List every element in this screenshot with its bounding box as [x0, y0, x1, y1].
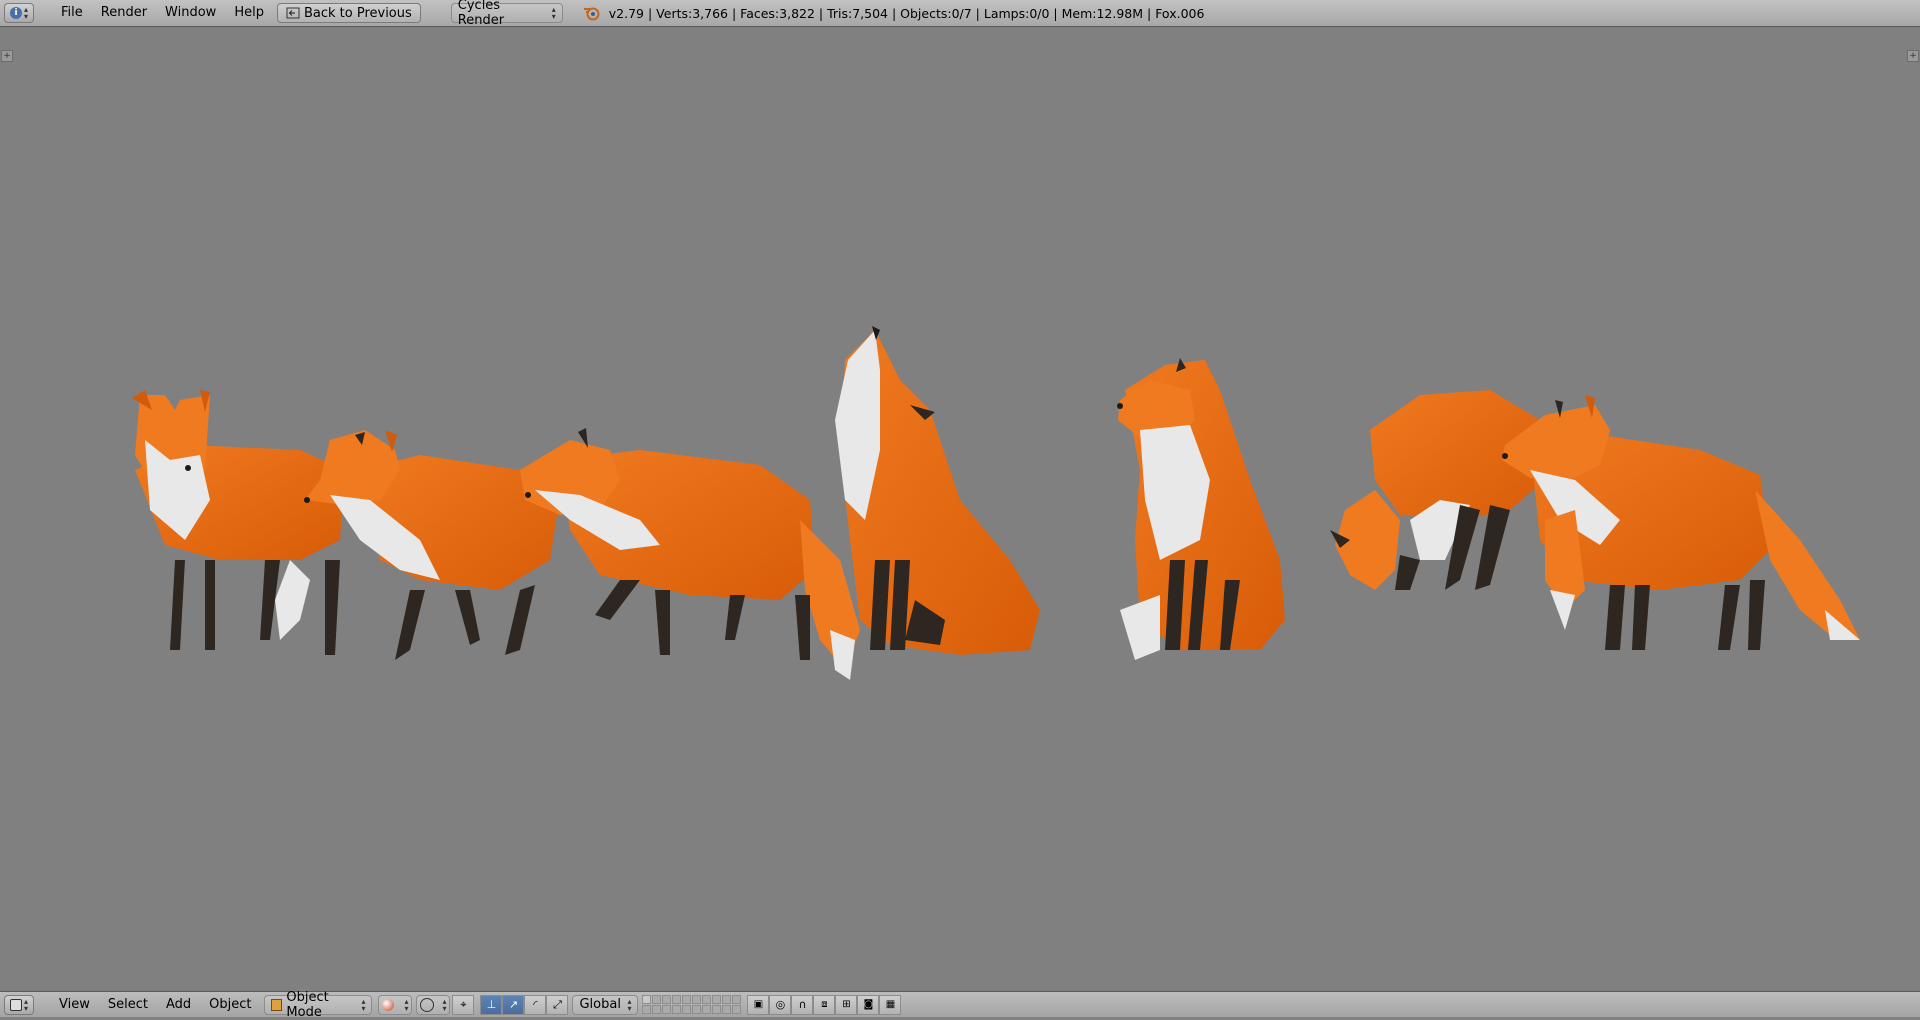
manipulator-toggle[interactable]: ⌖: [452, 994, 475, 1015]
scene-statistics: v2.79 | Verts:3,766 | Faces:3,822 | Tris…: [608, 5, 1205, 21]
menu-file[interactable]: File: [52, 3, 92, 23]
chevron-updown-icon: ▴ ▾: [23, 996, 28, 1013]
rotate-icon: ◜: [533, 998, 538, 1011]
rotate-arrow-toggle[interactable]: ↗: [502, 994, 525, 1015]
lock-camera-toggle[interactable]: ▣: [747, 994, 770, 1015]
fox-model[interactable]: [304, 430, 560, 660]
mode-label: Object Mode: [286, 989, 329, 1020]
menu-add[interactable]: Add: [157, 995, 200, 1015]
pivot-icon: [420, 997, 435, 1012]
fox-model[interactable]: [520, 428, 860, 680]
chevron-updown-icon: ▴ ▾: [361, 996, 366, 1013]
shading-sphere-icon: [382, 998, 395, 1011]
blender-logo-icon: [583, 7, 600, 21]
layer-button[interactable]: [642, 995, 652, 1004]
3d-viewport[interactable]: [0, 28, 1920, 990]
fox-model[interactable]: [1117, 358, 1285, 660]
menu-window[interactable]: Window: [156, 3, 225, 23]
transform-orientation-select[interactable]: Global ▴ ▾: [572, 994, 639, 1015]
editor-type-button[interactable]: ▴ ▾: [4, 994, 34, 1015]
viewport-shading-select[interactable]: ▴ ▾: [378, 994, 413, 1015]
axis-arrows-icon: ⊥: [486, 998, 497, 1011]
back-to-previous-label: Back to Previous: [303, 5, 412, 21]
layer-button[interactable]: [662, 995, 672, 1004]
lock-icon: ▣: [753, 999, 764, 1010]
layer-button[interactable]: [732, 1005, 742, 1014]
chevron-updown-icon: ▴ ▾: [404, 996, 409, 1013]
layer-button[interactable]: [672, 995, 682, 1004]
proportional-icon: ◎: [775, 998, 786, 1011]
layer-button[interactable]: [692, 995, 702, 1004]
render-engine-select[interactable]: Cycles Render ▴ ▾: [450, 0, 563, 28]
layer-button[interactable]: [692, 1005, 702, 1014]
layer-button[interactable]: [702, 1005, 712, 1014]
render-engine-label: Cycles Render: [457, 0, 505, 28]
layer-button[interactable]: [642, 1005, 652, 1014]
magnet-icon: ∩: [798, 998, 807, 1011]
render-icon: ⊞: [842, 999, 851, 1010]
clapper-icon: ▦: [885, 999, 896, 1010]
layer-button[interactable]: [652, 995, 662, 1004]
menu-object[interactable]: Object: [200, 995, 260, 1015]
chevron-updown-icon: ▴ ▾: [551, 5, 556, 21]
3d-view-header: ▴ ▾ View Select Add Object Object Mode ▴ ▾…: [0, 990, 1920, 1020]
fox-model[interactable]: [1502, 395, 1860, 650]
cube-icon: [271, 998, 283, 1011]
layer-button[interactable]: [722, 995, 732, 1004]
back-arrow-icon: [286, 7, 300, 19]
snap-element-select[interactable]: ⧈: [813, 994, 836, 1015]
opengl-render-button[interactable]: ⊞: [835, 994, 858, 1015]
chevron-updown-icon: ▴ ▾: [442, 996, 447, 1013]
arrow-icon: ↗: [508, 998, 519, 1011]
layer-button[interactable]: [682, 1005, 692, 1014]
render-animation-button[interactable]: ▦: [879, 994, 902, 1015]
fox-model[interactable]: [835, 326, 1040, 655]
layer-button[interactable]: [662, 1005, 672, 1014]
manipulator-icon: ⌖: [460, 997, 467, 1011]
menu-help[interactable]: Help: [225, 3, 273, 23]
snap-toggle[interactable]: ∩: [791, 994, 814, 1015]
back-to-previous-button[interactable]: Back to Previous: [276, 3, 421, 23]
layer-button[interactable]: [722, 1005, 732, 1014]
layer-button[interactable]: [712, 995, 722, 1004]
layer-button[interactable]: [702, 995, 712, 1004]
layer-button[interactable]: [672, 1005, 682, 1014]
orientation-label: Global: [579, 997, 621, 1012]
translate-manipulator[interactable]: ⊥: [480, 994, 503, 1015]
render-camera-button[interactable]: ◙: [857, 994, 880, 1015]
menu-render[interactable]: Render: [92, 3, 156, 23]
rotate-manipulator[interactable]: ◜: [524, 994, 547, 1015]
scale-icon: ⤢: [553, 997, 562, 1011]
chevron-updown-icon: ▴ ▾: [627, 996, 632, 1013]
pivot-point-select[interactable]: ▴ ▾: [416, 994, 451, 1015]
layer-button[interactable]: [712, 1005, 722, 1014]
proportional-editing[interactable]: ◎: [769, 994, 792, 1015]
editor-type-button[interactable]: i ▴ ▾: [4, 3, 34, 23]
mode-select[interactable]: Object Mode ▴ ▾: [264, 990, 373, 1020]
info-header: i ▴ ▾ File Render Window Help Back to Pre…: [0, 0, 1920, 28]
menu-view[interactable]: View: [50, 995, 99, 1015]
layer-button[interactable]: [682, 995, 692, 1004]
layer-selector[interactable]: [642, 995, 742, 1014]
layer-button[interactable]: [732, 995, 742, 1004]
fox-model[interactable]: [132, 390, 345, 655]
fox-model[interactable]: [1330, 390, 1545, 590]
3d-view-icon: [9, 998, 22, 1011]
menu-select[interactable]: Select: [99, 995, 157, 1015]
scale-manipulator[interactable]: ⤢: [546, 994, 569, 1015]
snap-icon: ⧈: [821, 999, 828, 1010]
camera-icon: ◙: [863, 999, 874, 1010]
layer-button[interactable]: [652, 1005, 662, 1014]
chevron-updown-icon: ▴ ▾: [23, 5, 28, 21]
info-icon: i: [9, 7, 22, 19]
